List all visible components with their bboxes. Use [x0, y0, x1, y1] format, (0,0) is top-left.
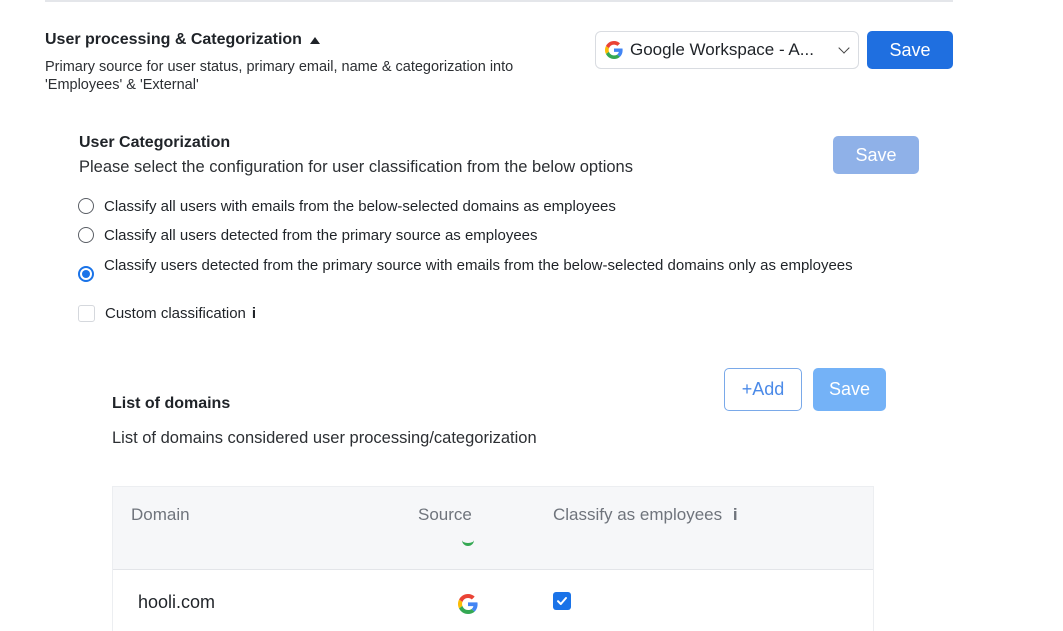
option-label: Classify all users with emails from the … — [104, 198, 616, 215]
chevron-down-icon — [838, 42, 850, 54]
table-row: hooli.com — [113, 570, 873, 631]
google-icon — [462, 537, 474, 546]
google-icon — [458, 594, 478, 619]
google-icon — [604, 40, 624, 60]
option-primary-source-domains-employees[interactable]: Classify users detected from the primary… — [78, 256, 918, 282]
categorization-save-button[interactable]: Save — [833, 136, 919, 174]
option-label: Classify users detected from the primary… — [104, 257, 853, 274]
section-save-button[interactable]: Save — [867, 31, 953, 69]
option-custom-classification[interactable]: Custom classification i — [78, 304, 256, 323]
domains-title: List of domains — [112, 395, 231, 412]
column-header-classify-label: Classify as employees — [553, 505, 723, 524]
option-label: Classify all users detected from the pri… — [104, 227, 538, 244]
custom-classification-checkbox[interactable] — [78, 305, 95, 322]
table-header: Domain Source Classify as employees i — [113, 487, 873, 570]
top-divider — [45, 0, 953, 2]
radio-button[interactable] — [78, 198, 94, 214]
primary-source-value: Google Workspace - A... — [630, 40, 814, 59]
caret-up-icon[interactable] — [309, 36, 320, 44]
section-description: Primary source for user status, primary … — [45, 59, 514, 93]
section-title: User processing & Categorization — [45, 31, 302, 48]
option-domains-employees[interactable]: Classify all users with emails from the … — [78, 197, 616, 216]
domains-description: List of domains considered user processi… — [112, 429, 537, 447]
info-icon[interactable]: i — [733, 505, 738, 524]
check-icon — [557, 597, 567, 605]
option-primary-source-employees[interactable]: Classify all users detected from the pri… — [78, 226, 538, 245]
primary-source-select[interactable]: Google Workspace - A... — [595, 31, 859, 69]
column-header-source[interactable]: Source — [418, 505, 472, 525]
radio-button-selected[interactable] — [78, 266, 94, 282]
domains-table: Domain Source Classify as employees i ho… — [112, 486, 874, 631]
domain-cell: hooli.com — [138, 592, 216, 612]
categorization-description: Please select the configuration for user… — [79, 158, 633, 176]
section-header[interactable]: User processing & Categorization — [45, 31, 320, 49]
classify-checkbox-checked[interactable] — [553, 592, 571, 610]
add-domain-button[interactable]: +Add — [724, 368, 802, 411]
option-label: Custom classification — [105, 305, 246, 322]
column-header-domain[interactable]: Domain — [131, 505, 190, 525]
domains-save-button[interactable]: Save — [813, 368, 886, 411]
radio-button[interactable] — [78, 227, 94, 243]
info-icon[interactable]: i — [252, 305, 256, 322]
column-header-classify[interactable]: Classify as employees i — [553, 505, 738, 525]
categorization-title: User Categorization — [79, 134, 231, 151]
